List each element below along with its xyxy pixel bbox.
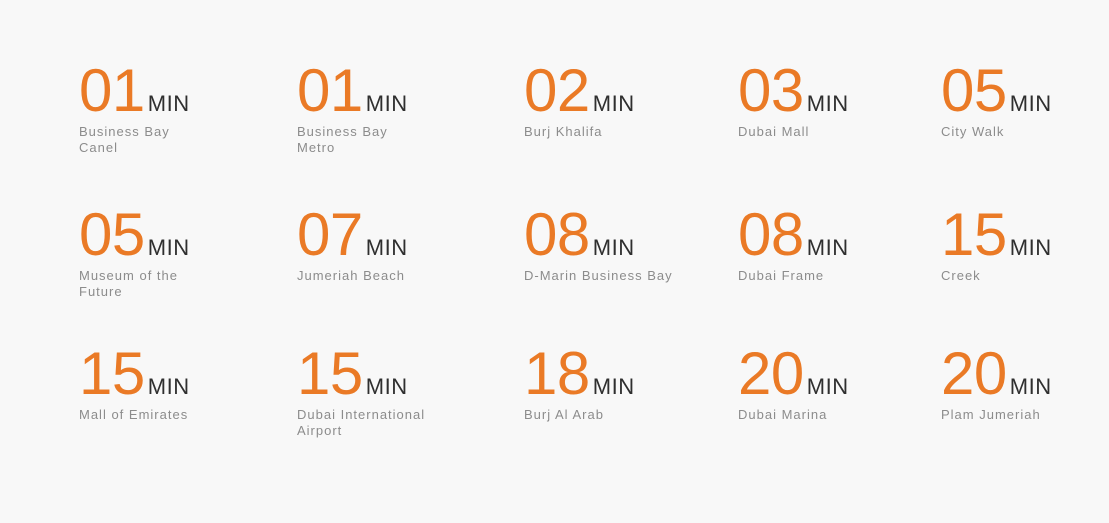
minutes-number: 03 (738, 57, 804, 124)
minutes-number: 01 (297, 57, 363, 124)
location-label: Creek (941, 268, 981, 283)
minutes-unit: MIN (592, 91, 635, 116)
distance-value: 08 MIN (524, 201, 694, 268)
distance-item-dubai-marina: 20 MIN Dubai Marina (738, 340, 908, 423)
location-label: Burj Al Arab (524, 407, 604, 422)
distance-value: 05 MIN (941, 57, 1109, 124)
location-label: Dubai Marina (738, 407, 828, 422)
minutes-number: 01 (79, 57, 145, 124)
minutes-unit: MIN (806, 374, 849, 399)
minutes-unit: MIN (806, 235, 849, 260)
location-label: Plam Jumeriah (941, 407, 1041, 422)
minutes-unit: MIN (806, 91, 849, 116)
distance-grid: 01 MIN Business Bay Canel 01 MIN Busines… (79, 57, 1079, 464)
minutes-unit: MIN (147, 91, 190, 116)
minutes-unit: MIN (147, 374, 190, 399)
minutes-unit: MIN (1009, 374, 1052, 399)
distance-value: 20 MIN (941, 340, 1109, 407)
location-label: Business Bay Metro (297, 124, 388, 155)
minutes-unit: MIN (365, 91, 408, 116)
minutes-unit: MIN (1009, 235, 1052, 260)
minutes-unit: MIN (592, 374, 635, 399)
minutes-unit: MIN (365, 374, 408, 399)
minutes-number: 08 (738, 201, 804, 268)
minutes-number: 20 (941, 340, 1007, 407)
distance-item-burj-al-arab: 18 MIN Burj Al Arab (524, 340, 694, 423)
minutes-number: 15 (941, 201, 1007, 268)
distance-item-plam-jumeriah: 20 MIN Plam Jumeriah (941, 340, 1109, 423)
distance-value: 15 MIN (297, 340, 467, 407)
distance-value: 08 MIN (738, 201, 908, 268)
distance-value: 20 MIN (738, 340, 908, 407)
minutes-unit: MIN (147, 235, 190, 260)
distance-value: 18 MIN (524, 340, 694, 407)
distance-value: 15 MIN (941, 201, 1109, 268)
location-label: Mall of Emirates (79, 407, 189, 422)
location-label: City Walk (941, 124, 1005, 139)
minutes-unit: MIN (1009, 91, 1052, 116)
distance-value: 01 MIN (297, 57, 467, 124)
distance-value: 03 MIN (738, 57, 908, 124)
location-label: Dubai Frame (738, 268, 825, 283)
location-label: Burj Khalifa (524, 124, 603, 139)
minutes-number: 20 (738, 340, 804, 407)
minutes-number: 05 (79, 201, 145, 268)
distance-item-dubai-international-airport: 15 MIN Dubai International Airport (297, 340, 467, 439)
minutes-unit: MIN (592, 235, 635, 260)
minutes-number: 18 (524, 340, 590, 407)
distance-item-dubai-mall: 03 MIN Dubai Mall (738, 57, 908, 140)
distance-item-business-bay-metro: 01 MIN Business Bay Metro (297, 57, 467, 156)
distance-value: 15 MIN (79, 340, 249, 407)
distance-value: 01 MIN (79, 57, 249, 124)
distance-value: 02 MIN (524, 57, 694, 124)
minutes-number: 08 (524, 201, 590, 268)
distance-item-city-walk: 05 MIN City Walk (941, 57, 1109, 140)
minutes-number: 15 (297, 340, 363, 407)
location-label: Business Bay Canel (79, 124, 170, 155)
minutes-number: 02 (524, 57, 590, 124)
location-label: Dubai International Airport (297, 407, 426, 438)
distance-item-creek: 15 MIN Creek (941, 201, 1109, 284)
location-label: Museum of the Future (79, 268, 178, 299)
minutes-unit: MIN (365, 235, 408, 260)
distance-item-mall-of-emirates: 15 MIN Mall of Emirates (79, 340, 249, 423)
distance-item-dubai-frame: 08 MIN Dubai Frame (738, 201, 908, 284)
distance-item-d-marin-business-bay: 08 MIN D-Marin Business Bay (524, 201, 694, 284)
distance-item-business-bay-canel: 01 MIN Business Bay Canel (79, 57, 249, 156)
location-label: Dubai Mall (738, 124, 810, 139)
minutes-number: 15 (79, 340, 145, 407)
minutes-number: 07 (297, 201, 363, 268)
location-label: D-Marin Business Bay (524, 268, 673, 283)
distance-value: 07 MIN (297, 201, 467, 268)
distance-item-burj-khalifa: 02 MIN Burj Khalifa (524, 57, 694, 140)
distance-item-jumeriah-beach: 07 MIN Jumeriah Beach (297, 201, 467, 284)
distance-value: 05 MIN (79, 201, 249, 268)
distance-item-museum-of-the-future: 05 MIN Museum of the Future (79, 201, 249, 300)
minutes-number: 05 (941, 57, 1007, 124)
location-label: Jumeriah Beach (297, 268, 405, 283)
